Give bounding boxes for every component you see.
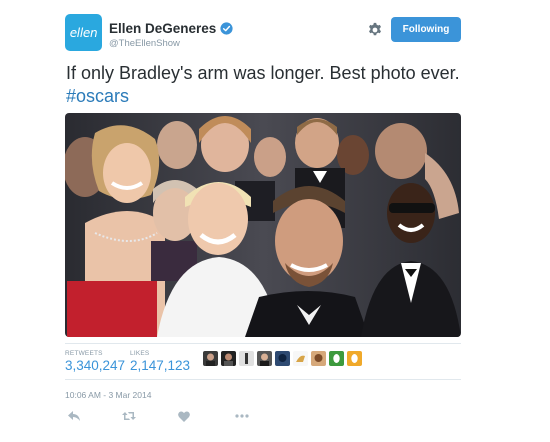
liker-avatars bbox=[203, 351, 365, 366]
tweet-text: If only Bradley's arm was longer. Best p… bbox=[66, 62, 466, 108]
reply-button[interactable] bbox=[66, 409, 82, 423]
following-button[interactable]: Following bbox=[391, 17, 461, 42]
author-name-row[interactable]: Ellen DeGeneres bbox=[109, 21, 233, 36]
retweets-stat[interactable]: RETWEETS 3,340,247 bbox=[65, 350, 125, 373]
liker-avatar-icon[interactable] bbox=[293, 351, 308, 366]
liker-avatar-icon[interactable] bbox=[239, 351, 254, 366]
like-button[interactable] bbox=[176, 409, 192, 423]
more-button[interactable] bbox=[234, 409, 250, 423]
avatar[interactable]: ellen bbox=[65, 14, 102, 51]
avatar-text: ellen bbox=[69, 25, 98, 40]
liker-avatar-icon[interactable] bbox=[257, 351, 272, 366]
reply-icon bbox=[68, 411, 80, 421]
verified-badge-icon bbox=[220, 22, 233, 35]
timestamp[interactable]: 10:06 AM - 3 Mar 2014 bbox=[65, 390, 151, 400]
more-icon bbox=[235, 414, 249, 418]
group-selfie-photo-icon bbox=[65, 113, 461, 337]
liker-avatar-icon[interactable] bbox=[221, 351, 236, 366]
liker-avatar-icon[interactable] bbox=[275, 351, 290, 366]
liker-avatar-icon[interactable] bbox=[311, 351, 326, 366]
gear-icon[interactable] bbox=[366, 21, 384, 39]
likes-count: 2,147,123 bbox=[130, 358, 191, 373]
user-handle[interactable]: @TheEllenShow bbox=[109, 38, 180, 49]
retweets-count: 3,340,247 bbox=[65, 358, 126, 373]
liker-avatar-icon[interactable] bbox=[347, 351, 362, 366]
liker-avatar-icon[interactable] bbox=[329, 351, 344, 366]
likes-label: LIKES bbox=[130, 350, 150, 357]
like-icon bbox=[178, 410, 190, 422]
retweet-icon bbox=[122, 412, 136, 420]
stats-divider-bottom bbox=[65, 379, 461, 380]
tweet-photo[interactable] bbox=[65, 113, 461, 337]
liker-avatar-icon[interactable] bbox=[203, 351, 218, 366]
retweet-button[interactable] bbox=[121, 409, 137, 423]
retweets-label: RETWEETS bbox=[65, 350, 103, 357]
tweet-card: ellen Ellen DeGeneres @TheEllenShow Foll… bbox=[0, 0, 550, 442]
stats-divider-top bbox=[65, 343, 461, 344]
likes-stat[interactable]: LIKES 2,147,123 bbox=[130, 350, 190, 373]
display-name[interactable]: Ellen DeGeneres bbox=[109, 21, 216, 36]
tweet-body: If only Bradley's arm was longer. Best p… bbox=[66, 63, 460, 83]
hashtag-link[interactable]: #oscars bbox=[66, 86, 129, 106]
